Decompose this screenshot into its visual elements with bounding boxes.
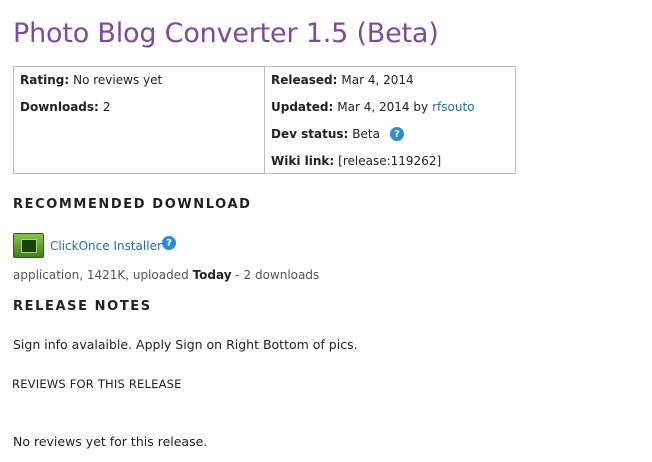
updated-label: Updated: [271, 100, 334, 114]
wiki-link-value: [release:119262] [338, 154, 442, 168]
released-label: Released: [271, 73, 338, 87]
updated-value: Mar 4, 2014 by [337, 100, 429, 114]
page-title: Photo Blog Converter 1.5 (Beta) [13, 18, 439, 49]
reviews-text: No reviews yet for this release. [13, 434, 208, 449]
wiki-link-row: Wiki link: [release:119262] [271, 154, 441, 168]
released-row: Released: Mar 4, 2014 [271, 73, 414, 87]
release-notes-text: Sign info avalaible. Apply Sign on Right… [13, 337, 358, 352]
rating-row: Rating: No reviews yet [20, 73, 162, 87]
updated-by-link[interactable]: rfsouto [432, 100, 474, 114]
installer-help-icon[interactable]: ? [162, 236, 176, 250]
clickonce-installer-icon-inner [21, 239, 37, 253]
rating-value: No reviews yet [73, 73, 163, 87]
downloads-row: Downloads: 2 [20, 100, 110, 114]
dev-status-label: Dev status: [271, 127, 349, 141]
release-notes-heading: RELEASE NOTES [13, 299, 152, 314]
released-value: Mar 4, 2014 [341, 73, 414, 87]
dev-status-row: Dev status: Beta ? [271, 127, 404, 141]
rating-label: Rating: [20, 73, 70, 87]
clickonce-installer-icon[interactable] [13, 233, 44, 258]
dev-status-help-icon[interactable]: ? [389, 127, 404, 141]
download-meta-suffix: - 2 downloads [235, 268, 320, 282]
reviews-heading: REVIEWS FOR THIS RELEASE [12, 377, 182, 391]
downloads-label: Downloads: [20, 100, 99, 114]
download-meta-prefix: application, 1421K, uploaded [13, 268, 189, 282]
download-meta: application, 1421K, uploaded Today - 2 d… [13, 268, 319, 282]
dev-status-value: Beta [352, 127, 380, 141]
wiki-link-label: Wiki link: [271, 154, 335, 168]
clickonce-installer-link[interactable]: ClickOnce Installer [50, 239, 162, 253]
updated-row: Updated: Mar 4, 2014 by rfsouto [271, 100, 475, 114]
downloads-value: 2 [102, 100, 111, 114]
recommended-download-heading: RECOMMENDED DOWNLOAD [13, 197, 252, 212]
download-meta-today: Today [192, 268, 232, 282]
